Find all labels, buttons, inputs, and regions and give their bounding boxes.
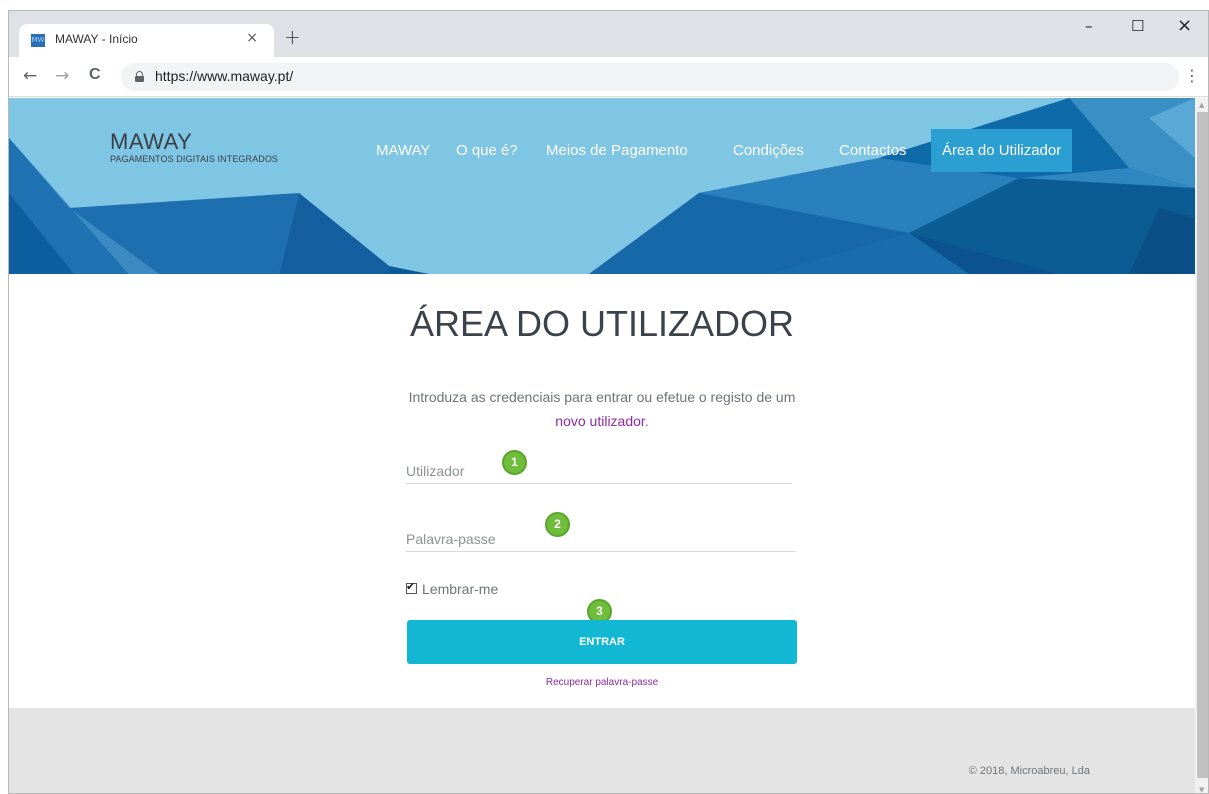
close-icon[interactable]: × [246, 30, 258, 46]
step-badge-1: 1 [502, 450, 527, 475]
register-link[interactable]: novo utilizador [555, 413, 645, 429]
page-viewport: MAWAY PAGAMENTOS DIGITAIS INTEGRADOS MAW… [9, 98, 1195, 793]
username-field [406, 458, 792, 484]
submit-button[interactable]: ENTRAR [407, 620, 797, 664]
scrollbar-thumb[interactable] [1197, 112, 1208, 778]
nav-item-condicoes[interactable]: Condições [733, 129, 804, 172]
back-arrow-icon[interactable]: ← [23, 66, 37, 86]
hero-banner: MAWAY PAGAMENTOS DIGITAIS INTEGRADOS MAW… [9, 98, 1195, 274]
remember-checkbox[interactable]: ✔ [406, 580, 417, 594]
intro-text-end: . [644, 413, 649, 429]
url-input[interactable]: https://www.maway.pt/ [121, 63, 1179, 91]
close-window-button[interactable]: × [1177, 15, 1192, 36]
nav-item-area-do-utilizador[interactable]: Área do Utilizador [931, 129, 1073, 172]
footer: © 2018, Microabreu, Lda [9, 708, 1195, 793]
copyright-text: © 2018, Microabreu, Lda [968, 765, 1090, 777]
maximize-button[interactable]: ☐ [1131, 17, 1144, 35]
reload-icon[interactable]: C [89, 66, 101, 84]
checkmark-icon: ✔ [406, 580, 416, 593]
lock-icon [135, 71, 144, 82]
password-input[interactable] [406, 531, 796, 547]
remember-label: Lembrar-me [422, 581, 499, 597]
intro-text: Introduza as credenciais para entrar ou … [402, 385, 802, 433]
forward-arrow-icon[interactable]: → [55, 66, 69, 86]
scrollbar[interactable]: ▲ ▼ [1195, 98, 1208, 793]
recover-password-text[interactable]: Recuperar palavra-passe [546, 677, 658, 688]
url-text[interactable]: https://www.maway.pt/ [155, 68, 293, 84]
nav-item-o-que-e[interactable]: O que é? [456, 129, 518, 172]
scroll-up-icon[interactable]: ▲ [1199, 101, 1204, 109]
main-nav: MAWAY O que é? Meios de Pagamento Condiç… [9, 129, 1195, 172]
nav-item-meios-de-pagamento[interactable]: Meios de Pagamento [546, 129, 688, 172]
favicon-icon: MW [31, 34, 45, 47]
kebab-menu-icon[interactable]: ⋮ [1184, 66, 1200, 85]
scroll-down-icon[interactable]: ▼ [1199, 786, 1204, 793]
minimize-button[interactable]: – [1085, 17, 1093, 35]
intro-text-body: Introduza as credenciais para entrar ou … [408, 389, 796, 405]
nav-item-maway[interactable]: MAWAY [376, 129, 430, 172]
password-field [406, 526, 796, 552]
nav-item-contactos[interactable]: Contactos [839, 129, 907, 172]
browser-window: MW MAWAY - Início × + – ☐ × ← → C https:… [8, 10, 1209, 794]
new-tab-button[interactable]: + [284, 25, 301, 49]
username-input[interactable] [406, 463, 792, 479]
tab-bar: MW MAWAY - Início × + – ☐ × [9, 11, 1208, 57]
browser-tab[interactable]: MW MAWAY - Início × [19, 24, 274, 57]
recover-password-link: Recuperar palavra-passe [9, 677, 1195, 688]
tab-title: MAWAY - Início [55, 32, 138, 46]
page-title: ÁREA DO UTILIZADOR [409, 303, 795, 344]
step-badge-2: 2 [545, 512, 570, 537]
polygon-background [9, 98, 1195, 274]
address-bar: ← → C https://www.maway.pt/ ⋮ [9, 57, 1208, 97]
